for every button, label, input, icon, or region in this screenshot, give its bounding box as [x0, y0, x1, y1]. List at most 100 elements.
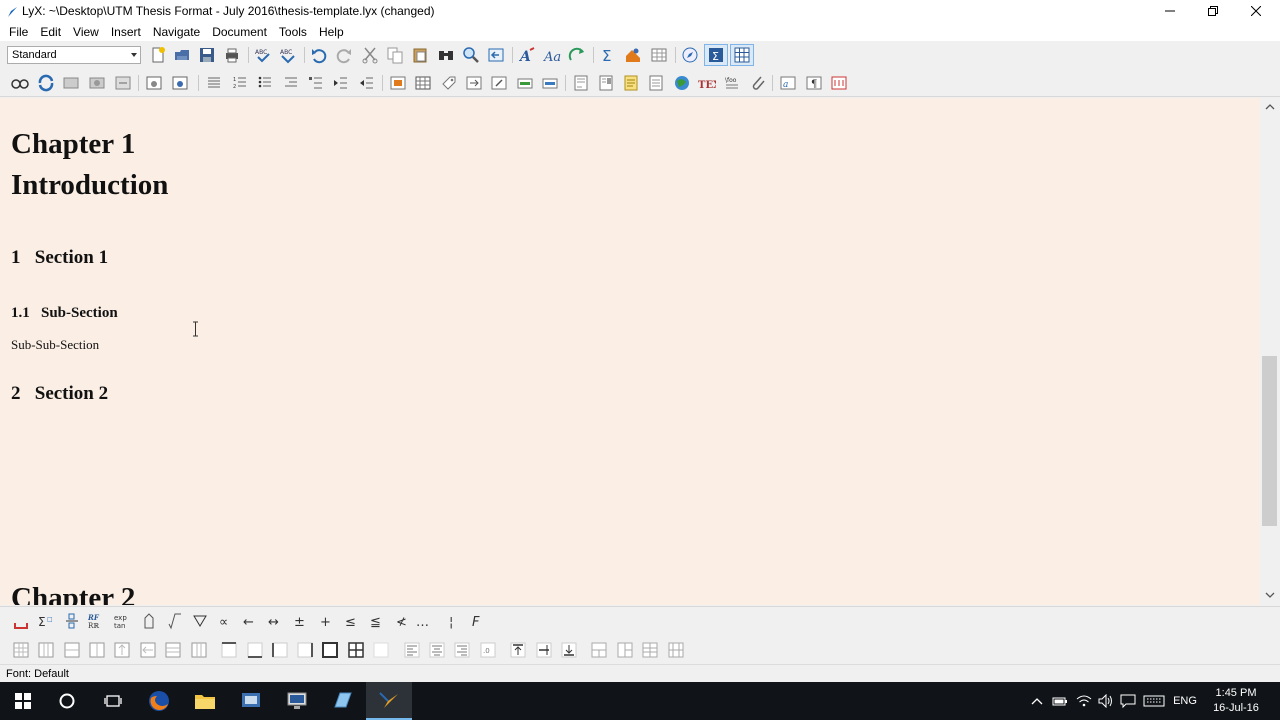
valign-top-icon[interactable]	[509, 641, 527, 659]
table-copy-row-icon[interactable]	[164, 641, 182, 659]
math-proportional-button[interactable]: ∝	[219, 615, 228, 630]
open-document-icon[interactable]	[173, 46, 191, 64]
valign-bottom-icon[interactable]	[560, 641, 578, 659]
vertical-scrollbar[interactable]	[1260, 98, 1280, 605]
compass-icon[interactable]	[681, 46, 699, 64]
math-toolbar-toggle[interactable]: Σ	[704, 44, 728, 66]
border-none-icon[interactable]	[372, 641, 390, 659]
menu-edit[interactable]: Edit	[34, 25, 67, 39]
scroll-up-icon[interactable]	[1264, 102, 1276, 112]
insert-citation-icon[interactable]	[490, 74, 508, 92]
border-bottom-icon[interactable]	[246, 641, 264, 659]
table-add-row-icon[interactable]	[12, 641, 30, 659]
text-properties-icon[interactable]: a	[779, 74, 797, 92]
export-icon[interactable]	[114, 74, 132, 92]
menu-file[interactable]: File	[3, 25, 34, 39]
toggle-source-icon[interactable]	[171, 74, 189, 92]
table-add-column-icon[interactable]	[37, 641, 55, 659]
scrollbar-thumb[interactable]	[1262, 356, 1277, 526]
bullet-list-icon[interactable]	[256, 74, 274, 92]
insert-tex-code-icon[interactable]: TEX	[698, 74, 716, 92]
math-not-less-button[interactable]: ≮	[396, 615, 407, 630]
navigate-back-icon[interactable]	[487, 46, 505, 64]
menu-insert[interactable]: Insert	[105, 25, 147, 39]
table-move-column-icon[interactable]	[139, 641, 157, 659]
table-delete-line-icon[interactable]	[667, 641, 685, 659]
menu-tools[interactable]: Tools	[273, 25, 313, 39]
taskbar-clock[interactable]: 1:45 PM 16-Jul-16	[1208, 686, 1264, 716]
numbered-list-icon[interactable]: 12	[231, 74, 249, 92]
tray-overflow-button[interactable]	[1029, 693, 1045, 709]
math-leq-button[interactable]: ≤	[345, 615, 356, 630]
insert-graphics-icon[interactable]	[624, 46, 642, 64]
scroll-down-icon[interactable]	[1264, 590, 1276, 600]
border-top-icon[interactable]	[220, 641, 238, 659]
change-tracking-icon[interactable]	[568, 46, 586, 64]
minimize-button[interactable]	[1149, 0, 1191, 22]
math-plusminus-button[interactable]: ±	[294, 615, 305, 630]
paragraph-style-select[interactable]: Standard	[7, 46, 141, 64]
insert-table-float-icon[interactable]	[414, 74, 432, 92]
view-output-icon[interactable]	[11, 74, 29, 92]
document-editor[interactable]: Chapter 1 Introduction 1 Section 1 1.1 S…	[0, 98, 1260, 605]
multicolumn-icon[interactable]	[590, 641, 608, 659]
insert-margin-note-icon[interactable]	[597, 74, 615, 92]
table-move-row-icon[interactable]	[113, 641, 131, 659]
find-icon[interactable]	[437, 46, 455, 64]
align-center-icon[interactable]	[428, 641, 446, 659]
math-leqq-button[interactable]: ≦	[370, 615, 381, 630]
math-sum-icon[interactable]: Σ □	[37, 612, 55, 630]
outline-list-icon[interactable]	[307, 74, 325, 92]
spellcheck-icon[interactable]: ABC	[254, 46, 272, 64]
border-right-icon[interactable]	[296, 641, 314, 659]
table-toolbar-toggle[interactable]	[730, 44, 754, 66]
menu-navigate[interactable]: Navigate	[147, 25, 206, 39]
attachment-icon[interactable]	[749, 74, 767, 92]
tray-notifications[interactable]	[1119, 693, 1137, 709]
document-settings-icon[interactable]	[830, 74, 848, 92]
tray-volume[interactable]	[1097, 693, 1115, 709]
align-right-icon[interactable]	[453, 641, 471, 659]
insert-math-macro-icon[interactable]: \foo	[723, 74, 741, 92]
toggle-preview-icon[interactable]	[145, 74, 163, 92]
tray-keyboard[interactable]	[1142, 693, 1166, 709]
zoom-icon[interactable]	[462, 46, 480, 64]
math-dots-button[interactable]: …	[416, 615, 429, 630]
print-icon[interactable]	[223, 46, 241, 64]
math-double-arrow-button[interactable]: ↔	[268, 615, 279, 630]
increase-depth-icon[interactable]	[332, 74, 350, 92]
insert-figure-float-icon[interactable]	[389, 74, 407, 92]
insert-footnote-icon[interactable]	[572, 74, 590, 92]
insert-index-icon[interactable]	[516, 74, 534, 92]
border-left-icon[interactable]	[271, 641, 289, 659]
math-plus-button[interactable]: +	[320, 615, 331, 630]
math-font-style-icon[interactable]: RFRℝ	[88, 612, 106, 630]
border-all-icon[interactable]	[347, 641, 365, 659]
search-cortana-button[interactable]	[44, 682, 90, 720]
valign-middle-icon[interactable]	[535, 641, 553, 659]
update-output-icon[interactable]	[37, 74, 55, 92]
tray-wifi[interactable]	[1075, 693, 1093, 709]
text-style-icon[interactable]: Aa	[543, 46, 561, 64]
table-delete-column-icon[interactable]	[88, 641, 106, 659]
view-master-icon[interactable]	[62, 74, 80, 92]
math-vbar-button[interactable]: ¦	[449, 615, 453, 630]
taskbar-app-3[interactable]	[228, 682, 274, 720]
decrease-depth-icon[interactable]	[358, 74, 376, 92]
math-arrow-button[interactable]: ←	[243, 615, 254, 630]
insert-note-icon[interactable]	[622, 74, 640, 92]
insert-cross-reference-icon[interactable]	[465, 74, 483, 92]
undo-icon[interactable]	[310, 46, 328, 64]
align-decimal-icon[interactable]: .0	[479, 641, 497, 659]
insert-url-icon[interactable]	[673, 74, 691, 92]
start-button[interactable]	[0, 682, 46, 720]
paragraph-settings-icon[interactable]: ¶	[805, 74, 823, 92]
multirow-icon[interactable]	[616, 641, 634, 659]
insert-ert-icon[interactable]	[647, 74, 665, 92]
close-button[interactable]	[1235, 0, 1277, 22]
task-view-button[interactable]	[90, 682, 136, 720]
table-delete-row-icon[interactable]	[63, 641, 81, 659]
taskbar-remote-desktop[interactable]	[274, 682, 320, 720]
taskbar-file-explorer[interactable]	[182, 682, 228, 720]
spellcheck-continuous-icon[interactable]: ABC	[279, 46, 297, 64]
